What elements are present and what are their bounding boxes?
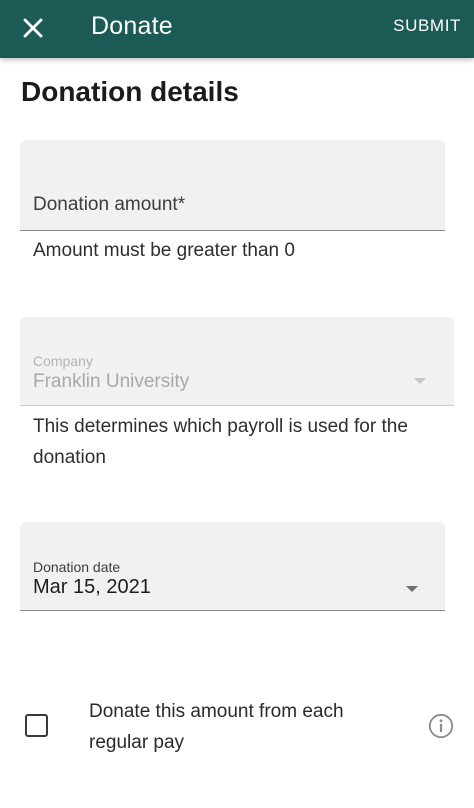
company-value: Franklin University	[33, 371, 190, 392]
dropdown-caret-icon	[414, 378, 426, 384]
donation-date-label: Donation date	[33, 559, 121, 575]
submit-button[interactable]: SUBMIT	[393, 16, 461, 36]
donation-date-value: Mar 15, 2021	[33, 576, 151, 598]
app-bar: Donate SUBMIT	[0, 0, 474, 58]
info-button[interactable]	[428, 713, 454, 739]
company-label: Company	[33, 353, 93, 369]
company-helper: This determines which payroll is used fo…	[33, 416, 408, 468]
info-icon	[428, 713, 454, 739]
donation-amount-label: Donation amount*	[33, 194, 186, 215]
page-title: Donate	[91, 12, 173, 40]
section-title: Donation details	[21, 76, 239, 107]
close-icon	[23, 18, 43, 38]
recurring-donation-label: Donate this amount from each regular pay	[89, 701, 344, 753]
recurring-donation-checkbox[interactable]	[25, 714, 48, 737]
dropdown-caret-icon	[406, 586, 418, 592]
donation-amount-field[interactable]: Donation amount*	[20, 140, 445, 231]
company-select: Company Franklin University	[20, 317, 454, 406]
close-button[interactable]	[14, 9, 52, 47]
donation-date-select[interactable]: Donation date Mar 15, 2021	[20, 522, 445, 611]
donation-amount-helper: Amount must be greater than 0	[33, 240, 295, 261]
